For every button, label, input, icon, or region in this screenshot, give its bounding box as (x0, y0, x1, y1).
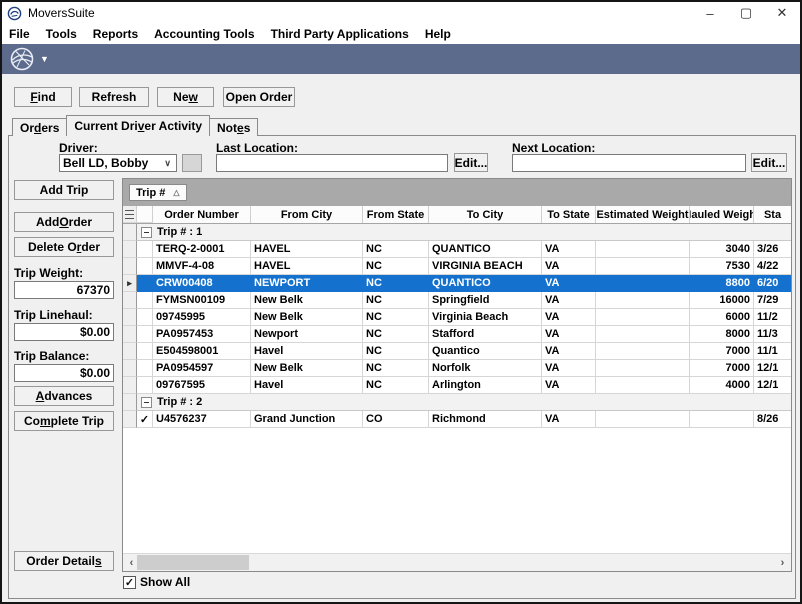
column-header-to-city[interactable]: To City (429, 206, 542, 223)
table-row[interactable]: PA0954597 New Belk NC Norfolk VA 7000 12… (123, 360, 791, 377)
logo-dropdown-caret-icon[interactable]: ▼ (40, 54, 49, 64)
driver-select-value: Bell LD, Bobby (63, 156, 148, 170)
last-location-input[interactable] (216, 154, 448, 172)
group-row-trip-2[interactable]: Trip # : 2 (123, 394, 791, 411)
row-check-icon[interactable]: ✓ (137, 411, 153, 428)
collapse-group-icon[interactable] (141, 227, 152, 238)
next-location-edit-button[interactable]: Edit... (751, 153, 787, 172)
add-trip-button[interactable]: Add Trip (14, 180, 114, 200)
add-order-button[interactable]: Add Order (14, 212, 114, 232)
group-label: Trip # : 1 (157, 226, 202, 238)
driver-select[interactable]: Bell LD, Bobby ∨ (59, 154, 177, 172)
grid-header-indicator-cell[interactable] (123, 206, 137, 223)
grid-header-row: Order Number From City From State To Cit… (123, 206, 791, 224)
chevron-down-icon: ∨ (164, 158, 173, 169)
table-row[interactable]: 09745995 New Belk NC Virginia Beach VA 6… (123, 309, 791, 326)
trip-balance-field[interactable] (14, 364, 114, 382)
group-row-trip-1[interactable]: Trip # : 1 (123, 224, 791, 241)
find-button[interactable]: Find (14, 87, 72, 107)
minimize-icon[interactable]: – (692, 2, 728, 24)
tab-current-driver-activity[interactable]: Current Driver Activity (66, 115, 210, 136)
column-header-from-city[interactable]: From City (251, 206, 363, 223)
title-bar: MoversSuite – ▢ ✕ (2, 2, 800, 24)
scroll-right-icon[interactable]: › (774, 554, 791, 571)
trip-weight-label: Trip Weight: (14, 266, 83, 280)
scrollbar-thumb[interactable] (137, 555, 249, 570)
table-row[interactable]: PA0957453 Newport NC Stafford VA 8000 11… (123, 326, 791, 343)
table-row[interactable]: 09767595 Havel NC Arlington VA 4000 12/1 (123, 377, 791, 394)
table-row[interactable]: E504598001 Havel NC Quantico VA 7000 11/… (123, 343, 791, 360)
last-location-label: Last Location: (216, 141, 298, 155)
close-icon[interactable]: ✕ (764, 2, 800, 24)
driver-label: Driver: (59, 141, 98, 155)
trips-grid: Trip # △ Order Number From City From Sta… (122, 178, 792, 572)
column-header-estimated-weight[interactable]: Estimated Weight (596, 206, 690, 223)
refresh-button[interactable]: Refresh (79, 87, 149, 107)
horizontal-scrollbar[interactable]: ‹ › (123, 553, 791, 571)
column-header-start[interactable]: Sta (754, 206, 791, 223)
table-row[interactable]: TERQ-2-0001 HAVEL NC QUANTICO VA 3040 3/… (123, 241, 791, 258)
table-row[interactable]: MMVF-4-08 HAVEL NC VIRGINIA BEACH VA 753… (123, 258, 791, 275)
last-location-edit-button[interactable]: Edit... (454, 153, 488, 172)
group-by-bar: Trip # △ (123, 179, 791, 206)
main-toolbar: ▼ (2, 44, 800, 74)
next-location-input[interactable] (512, 154, 746, 172)
show-all-checkbox[interactable]: ✓ (123, 576, 136, 589)
grid-header-check-cell[interactable] (137, 206, 153, 223)
selected-row-indicator-icon: ▸ (123, 275, 137, 292)
column-header-from-state[interactable]: From State (363, 206, 429, 223)
column-header-hauled-weight[interactable]: Hauled Weight (690, 206, 754, 223)
group-by-trip-chip[interactable]: Trip # △ (129, 184, 187, 201)
driver-lookup-button[interactable] (182, 154, 202, 172)
table-row[interactable]: ✓ U4576237 Grand Junction CO Richmond VA… (123, 411, 791, 428)
open-order-button[interactable]: Open Order (223, 87, 295, 107)
show-all-toggle[interactable]: ✓ Show All (123, 575, 190, 589)
tab-notes[interactable]: Notes (209, 118, 258, 136)
complete-trip-button[interactable]: Complete Trip (14, 411, 114, 431)
grid-rows: Trip # : 1 TERQ-2-0001 HAVEL NC QUANTICO… (123, 224, 791, 428)
trip-balance-label: Trip Balance: (14, 349, 89, 363)
menu-tools[interactable]: Tools (38, 27, 85, 41)
menu-accounting-tools[interactable]: Accounting Tools (146, 27, 262, 41)
column-chooser-icon (125, 210, 134, 219)
trip-linehaul-field[interactable] (14, 323, 114, 341)
maximize-icon[interactable]: ▢ (728, 2, 764, 24)
app-window: MoversSuite – ▢ ✕ File Tools Reports Acc… (0, 0, 802, 604)
app-icon (7, 6, 22, 21)
collapse-group-icon[interactable] (141, 397, 152, 408)
moverssuite-logo-icon (9, 46, 35, 72)
tab-strip: Orders Current Driver Activity Notes (12, 115, 257, 136)
order-details-button[interactable]: Order Details (14, 551, 114, 571)
menu-file[interactable]: File (2, 27, 38, 41)
table-row[interactable]: FYMSN00109 New Belk NC Springfield VA 16… (123, 292, 791, 309)
moverssuite-logo-button[interactable]: ▼ (9, 46, 49, 72)
menu-third-party-applications[interactable]: Third Party Applications (263, 27, 417, 41)
tab-orders[interactable]: Orders (12, 118, 67, 136)
new-button[interactable]: New (157, 87, 214, 107)
table-row-selected[interactable]: ▸ CRW00408 NEWPORT NC QUANTICO VA 8800 6… (123, 275, 791, 292)
window-title: MoversSuite (28, 6, 95, 20)
advances-button[interactable]: Advances (14, 386, 114, 406)
column-header-order-number[interactable]: Order Number (153, 206, 251, 223)
group-label: Trip # : 2 (157, 396, 202, 408)
trip-weight-field[interactable] (14, 281, 114, 299)
column-header-to-state[interactable]: To State (542, 206, 596, 223)
sort-ascending-icon: △ (173, 188, 179, 197)
group-by-field-label: Trip # (136, 187, 165, 199)
next-location-label: Next Location: (512, 141, 595, 155)
trip-linehaul-label: Trip Linehaul: (14, 308, 93, 322)
show-all-label: Show All (140, 575, 190, 589)
menu-help[interactable]: Help (417, 27, 459, 41)
menu-bar: File Tools Reports Accounting Tools Thir… (2, 24, 800, 44)
menu-reports[interactable]: Reports (85, 27, 146, 41)
delete-order-button[interactable]: Delete Order (14, 237, 114, 257)
